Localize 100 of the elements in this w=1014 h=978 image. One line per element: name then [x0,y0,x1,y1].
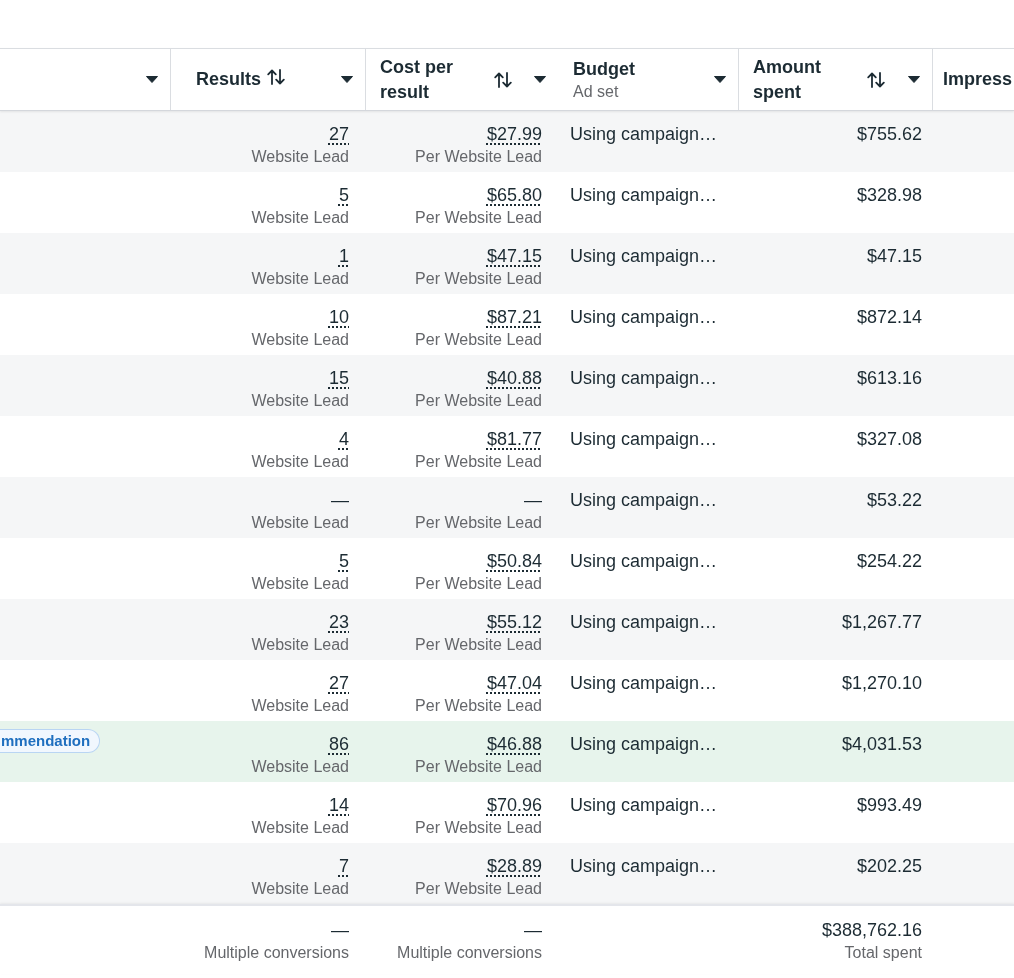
cost-per-result-label: Per Website Lead [415,757,542,777]
cost-per-result-label: Per Website Lead [415,452,542,472]
amount-spent-value: $993.49 [856,794,922,817]
results-label: Website Lead [251,757,349,777]
cost-per-result-value: $87.21 [486,306,542,329]
cost-per-result-value: $70.96 [486,794,542,817]
results-value: — [331,489,349,512]
amount-spent-value: $202.25 [856,855,922,878]
amount-spent-value: $613.16 [856,367,922,390]
table-row[interactable]: 27 Website Lead $27.99 Per Website Lead Using campaign… $755.62 [0,111,1014,172]
cost-per-result-value: $81.77 [486,428,542,451]
amount-spent-value: $327.08 [856,428,922,451]
results-value: 5 [339,550,349,573]
cost-per-result-value: $47.04 [486,672,542,695]
results-total-label: Multiple conversions [204,943,349,963]
cost-per-result-value: $47.15 [486,245,542,268]
column-header[interactable]: Results [196,67,262,92]
cost-per-result-label: Per Website Lead [415,147,542,167]
table-row[interactable]: mmendation 86 Website Lead $46.88 Per Website Lead Using campaign… $4,031.53 [0,721,1014,782]
results-label: Website Lead [251,147,349,167]
budget-value: Using campaign… [570,611,719,634]
results-value: 7 [339,855,349,878]
table-row[interactable]: 7 Website Lead $28.89 Per Website Lead Using campaign… $202.25 [0,843,1014,904]
budget-value: Using campaign… [570,306,719,329]
results-label: Website Lead [251,330,349,350]
budget-value: Using campaign… [570,123,719,146]
cost-per-result-label: Per Website Lead [415,513,542,533]
column-header[interactable]: Amount spent [753,54,861,105]
budget-value: Using campaign… [570,489,719,512]
amount-spent-total-value: $388,762.16 [821,919,922,942]
results-value: 27 [328,672,349,695]
column-subheader: Ad set [573,82,620,102]
caret-down-icon[interactable] [534,76,546,83]
status-badge: mmendation [0,729,101,753]
results-label: Website Lead [251,818,349,838]
table-row[interactable]: 15 Website Lead $40.88 Per Website Lead Using campaign… $613.16 [0,355,1014,416]
table-row[interactable]: 1 Website Lead $47.15 Per Website Lead Using campaign… $47.15 [0,233,1014,294]
budget-value: Using campaign… [570,550,719,573]
results-label: Website Lead [251,208,349,228]
results-label: Website Lead [251,513,349,533]
results-label: Website Lead [251,696,349,716]
table-row[interactable]: 23 Website Lead $55.12 Per Website Lead Using campaign… $1,267.77 [0,599,1014,660]
cost-per-result-value: $55.12 [486,611,542,634]
cost-per-result-value: $50.84 [486,550,542,573]
results-label: Website Lead [251,452,349,472]
cost-per-result-value: $65.80 [486,184,542,207]
cost-per-result-label: Per Website Lead [415,269,542,289]
amount-spent-total-label: Total spent [844,943,922,963]
cost-per-result-value: $46.88 [486,733,542,756]
sort-icon[interactable] [867,71,885,88]
caret-down-icon[interactable] [714,76,726,83]
amount-spent-value: $328.98 [856,184,922,207]
results-total-value: — [331,919,349,942]
cost-per-result-value: $40.88 [486,367,542,390]
amount-spent-value: $872.14 [856,306,922,329]
amount-spent-value: $1,270.10 [841,672,922,695]
budget-value: Using campaign… [570,428,719,451]
cost-per-result-label: Per Website Lead [415,330,542,350]
results-value: 27 [328,123,349,146]
amount-spent-value: $254.22 [856,550,922,573]
sort-icon[interactable] [267,68,286,85]
results-value: 10 [328,306,349,329]
budget-value: Using campaign… [570,733,719,756]
column-header[interactable]: Budget [573,57,635,82]
caret-down-icon[interactable] [341,76,353,83]
results-label: Website Lead [251,574,349,594]
results-value: 4 [339,428,349,451]
cost-per-result-label: Per Website Lead [415,635,542,655]
caret-down-icon[interactable] [146,76,158,83]
results-value: 14 [328,794,349,817]
table-row[interactable]: — Website Lead — Per Website Lead Using campaign… $53.22 [0,477,1014,538]
results-value: 23 [328,611,349,634]
cost-per-result-total-label: Multiple conversions [397,943,542,963]
results-label: Website Lead [251,391,349,411]
amount-spent-value: $755.62 [856,123,922,146]
results-value: 5 [339,184,349,207]
budget-value: Using campaign… [570,794,719,817]
results-value: 86 [328,733,349,756]
column-header[interactable]: Impress [943,67,1014,92]
budget-value: Using campaign… [570,672,719,695]
amount-spent-value: $47.15 [866,245,922,268]
cost-per-result-label: Per Website Lead [415,208,542,228]
budget-value: Using campaign… [570,184,719,207]
cost-per-result-label: Per Website Lead [415,391,542,411]
cost-per-result-label: Per Website Lead [415,818,542,838]
results-label: Website Lead [251,635,349,655]
cost-per-result-label: Per Website Lead [415,574,542,594]
sort-icon[interactable] [494,71,512,88]
results-value: 1 [339,245,349,268]
results-label: Website Lead [251,879,349,899]
cost-per-result-label: Per Website Lead [415,696,542,716]
column-header[interactable]: Cost per result [380,54,488,105]
cost-per-result-total-value: — [524,919,542,942]
amount-spent-value: $4,031.53 [841,733,922,756]
caret-down-icon[interactable] [908,76,920,83]
cost-per-result-value: — [524,489,542,512]
budget-value: Using campaign… [570,367,719,390]
cost-per-result-value: $27.99 [486,123,542,146]
cost-per-result-label: Per Website Lead [415,879,542,899]
amount-spent-value: $53.22 [866,489,922,512]
